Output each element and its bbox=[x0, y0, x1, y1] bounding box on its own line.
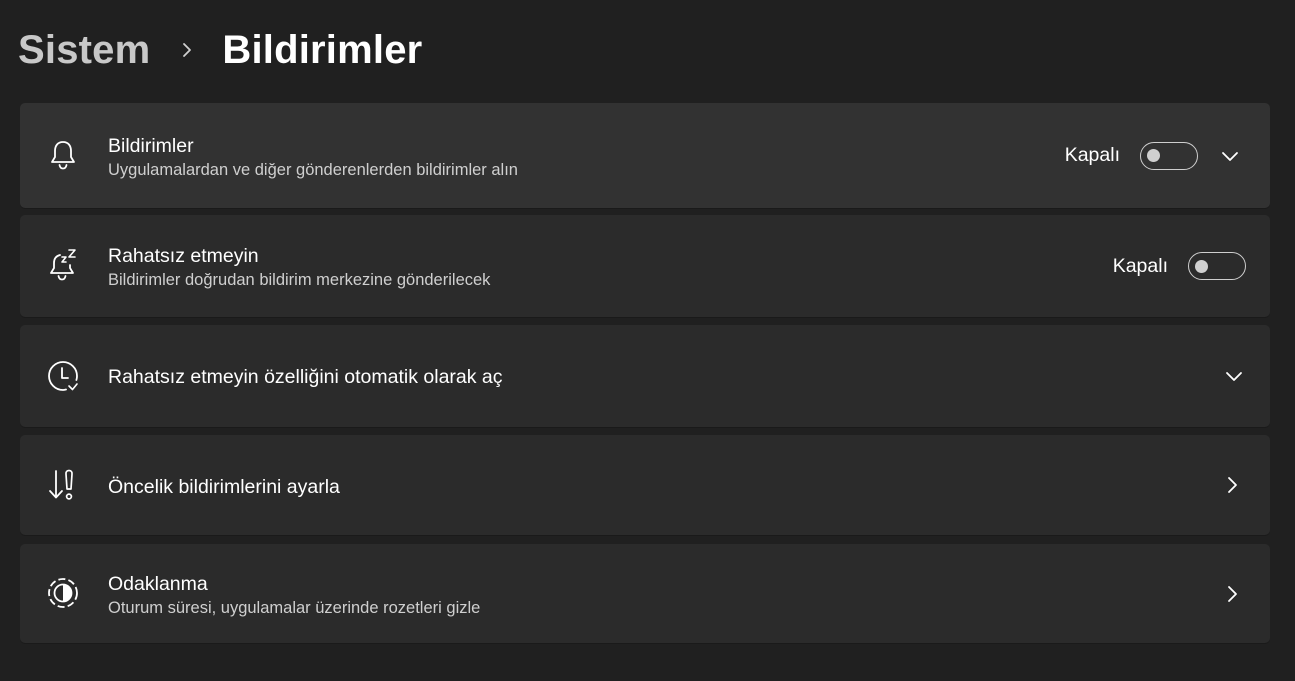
setting-notifications[interactable]: Bildirimler Uygulamalardan ve diğer gönd… bbox=[20, 103, 1270, 208]
bell-icon bbox=[46, 138, 80, 172]
clock-icon bbox=[46, 359, 80, 393]
setting-description: Bildirimler doğrudan bildirim merkezine … bbox=[108, 271, 491, 289]
setting-do-not-disturb[interactable]: Rahatsız etmeyin Bildirimler doğrudan bi… bbox=[20, 215, 1270, 317]
breadcrumb-parent-sistem[interactable]: Sistem bbox=[18, 28, 150, 73]
setting-title: Öncelik bildirimlerini ayarla bbox=[108, 476, 340, 498]
setting-priority-notifications[interactable]: Öncelik bildirimlerini ayarla bbox=[20, 435, 1270, 535]
chevron-right-icon bbox=[174, 37, 200, 63]
setting-focus[interactable]: Odaklanma Oturum süresi, uygulamalar üze… bbox=[20, 544, 1270, 643]
setting-description: Oturum süresi, uygulamalar üzerinde roze… bbox=[108, 599, 481, 617]
do-not-disturb-toggle[interactable] bbox=[1188, 252, 1246, 280]
breadcrumb: Sistem Bildirimler bbox=[18, 24, 422, 76]
setting-title: Rahatsız etmeyin bbox=[108, 245, 259, 267]
toggle-state-label: Kapalı bbox=[1064, 144, 1120, 166]
page-title: Bildirimler bbox=[222, 27, 423, 72]
chevron-down-icon[interactable] bbox=[1224, 366, 1244, 386]
setting-auto-do-not-disturb[interactable]: Rahatsız etmeyin özelliğini otomatik ola… bbox=[20, 325, 1270, 427]
setting-description: Uygulamalardan ve diğer gönderenlerden b… bbox=[108, 161, 518, 179]
setting-title: Odaklanma bbox=[108, 573, 208, 595]
chevron-right-icon[interactable] bbox=[1222, 475, 1242, 495]
setting-title: Bildirimler bbox=[108, 135, 194, 157]
bell-snooze-icon bbox=[46, 248, 80, 282]
chevron-right-icon[interactable] bbox=[1222, 584, 1242, 604]
setting-title: Rahatsız etmeyin özelliğini otomatik ola… bbox=[108, 366, 503, 388]
priority-alert-icon bbox=[46, 468, 80, 502]
notifications-toggle[interactable] bbox=[1140, 141, 1198, 170]
toggle-state-label: Kapalı bbox=[1112, 254, 1168, 277]
focus-icon bbox=[46, 576, 80, 610]
chevron-down-icon[interactable] bbox=[1220, 146, 1240, 166]
